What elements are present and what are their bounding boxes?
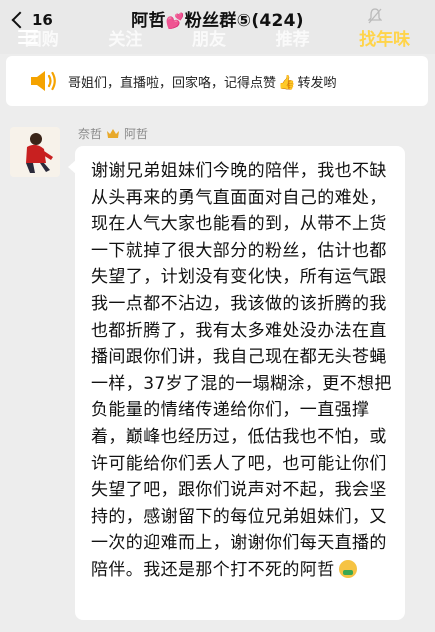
notice-text-end: 转发哟 bbox=[297, 75, 337, 91]
crown-badge-icon bbox=[107, 129, 120, 138]
avatar[interactable] bbox=[10, 127, 60, 177]
tab-friends[interactable]: 朋友 bbox=[188, 25, 230, 50]
sender-name: 奈哲 bbox=[78, 127, 103, 141]
message-text: 谢谢兄弟姐妹们今晚的陪伴，我也不缺从头再来的勇气直面面对自己的难处，现在人气大家… bbox=[91, 158, 395, 584]
sender-info: 奈哲 阿哲 bbox=[78, 125, 148, 142]
notice-text: 哥姐们，直播啦，回家咯，记得点赞 👍 转发哟 bbox=[68, 72, 336, 91]
notice-text-start: 哥姐们，直播啦，回家咯，记得点赞 bbox=[68, 75, 277, 91]
group-notice-banner[interactable]: 哥姐们，直播啦，回家咯，记得点赞 👍 转发哟 bbox=[6, 56, 428, 106]
tab-tuangou[interactable]: 团购 bbox=[21, 25, 63, 50]
chat-header: 16 阿哲💕粉丝群⑤(424) 团购 关注 朋友 推荐 找年味 bbox=[0, 0, 435, 54]
avatar-figure-icon bbox=[10, 127, 60, 177]
tab-recommend[interactable]: 推荐 bbox=[272, 25, 314, 50]
sender-fan-tag: 阿哲 bbox=[124, 127, 149, 141]
message-body: 谢谢兄弟姐妹们今晚的陪伴，我也不缺从头再来的勇气直面面对自己的难处，现在人气大家… bbox=[91, 161, 392, 580]
speaker-icon bbox=[31, 71, 56, 91]
top-tabs: 团购 关注 朋友 推荐 找年味 bbox=[0, 22, 435, 52]
tab-new-year[interactable]: 找年味 bbox=[355, 25, 414, 50]
tab-following[interactable]: 关注 bbox=[104, 25, 146, 50]
message-bubble[interactable]: 谢谢兄弟姐妹们今晚的陪伴，我也不缺从头再来的勇气直面面对自己的难处，现在人气大家… bbox=[68, 146, 405, 620]
thumbs-up-icon: 👍 bbox=[278, 74, 296, 91]
emoji-icon bbox=[338, 559, 357, 578]
